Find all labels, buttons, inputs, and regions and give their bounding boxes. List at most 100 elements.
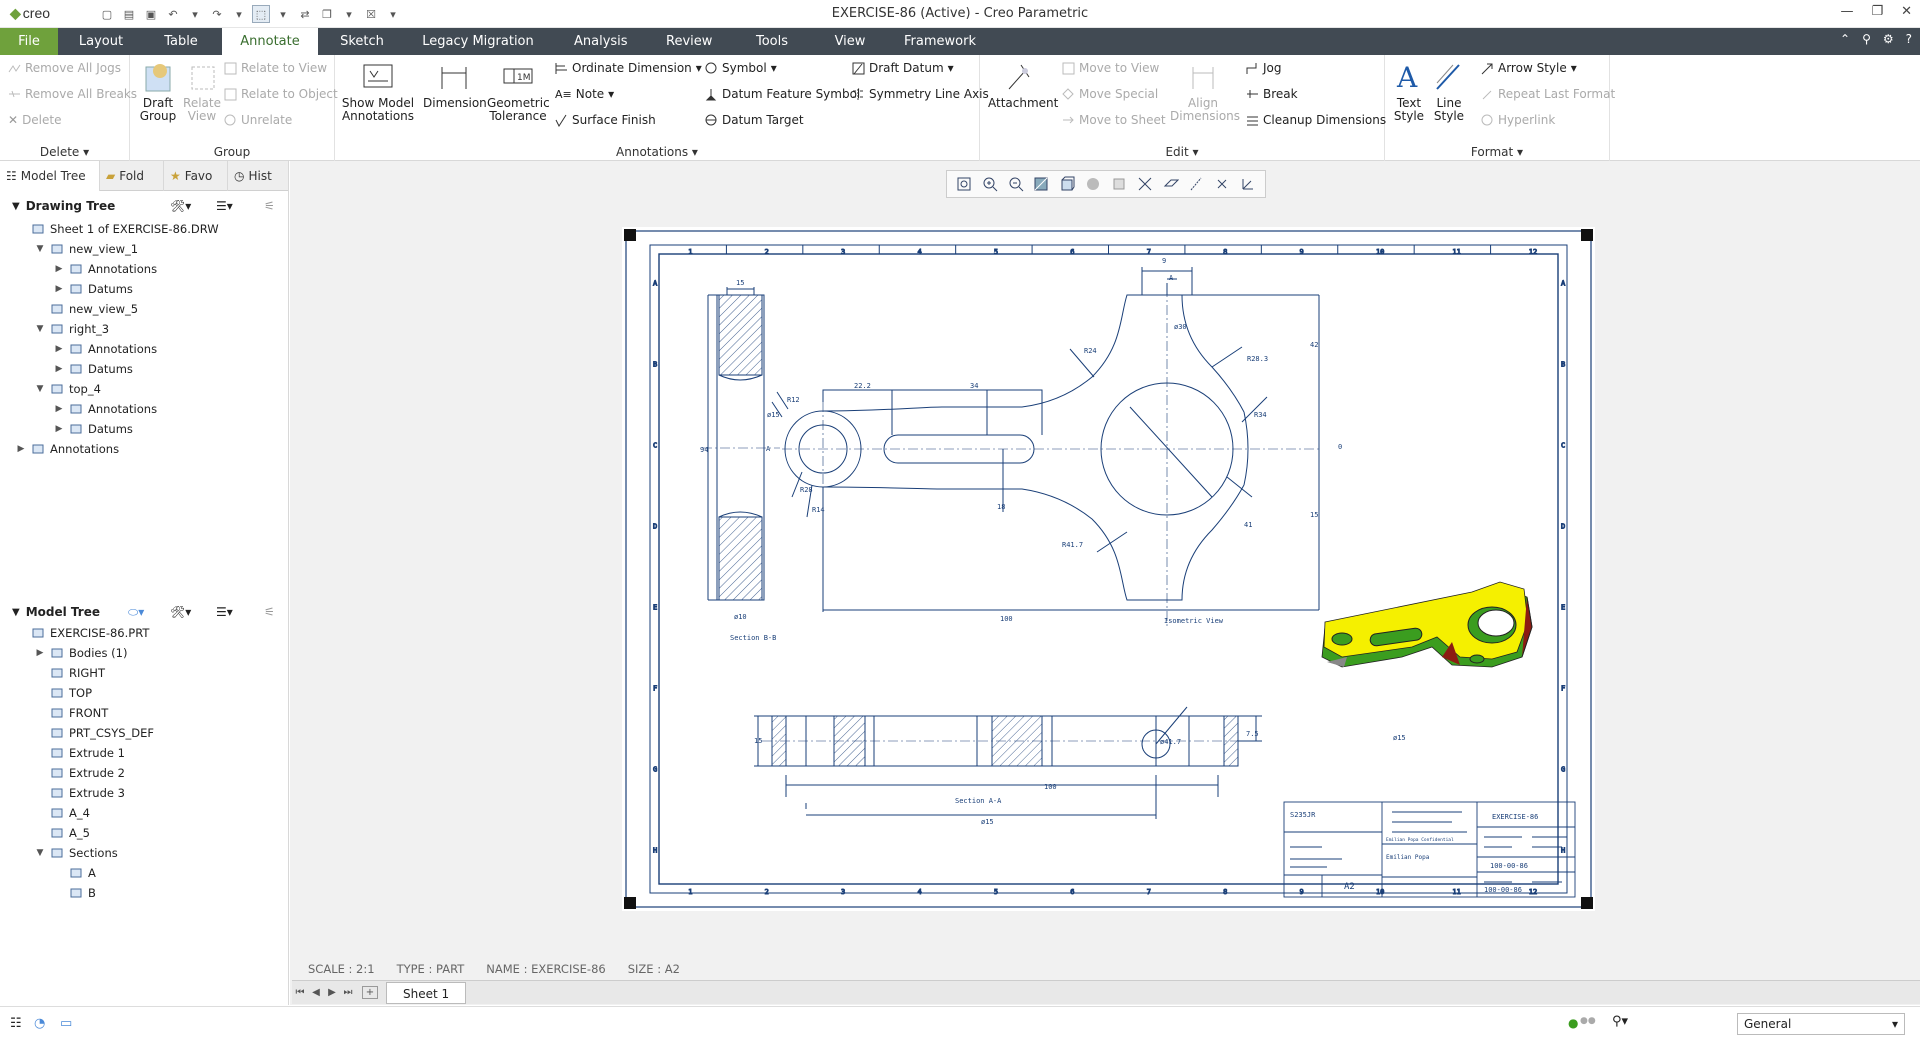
dimension-label[interactable]: 22.2 bbox=[854, 382, 871, 390]
tree-item[interactable]: ▼ top_4 bbox=[35, 379, 101, 399]
undo-icon[interactable]: ↶ bbox=[164, 5, 182, 23]
dimension-label[interactable]: R41.7 bbox=[1062, 541, 1083, 549]
dimension-label[interactable]: R12 bbox=[787, 396, 800, 404]
dimension-label[interactable]: R24 bbox=[1084, 347, 1097, 355]
help-icon[interactable]: ? bbox=[1906, 32, 1912, 46]
expand-toggle-icon[interactable]: ▶ bbox=[54, 404, 64, 414]
find-icon[interactable]: ⚲▾ bbox=[1612, 1014, 1628, 1029]
geometric-tolerance-button[interactable]: 1M Geometric Tolerance bbox=[487, 59, 550, 123]
first-sheet-icon[interactable]: ⏮ bbox=[292, 987, 308, 998]
tab-tools[interactable]: Tools bbox=[754, 28, 790, 55]
jog-button[interactable]: Jog bbox=[1246, 61, 1282, 75]
windows-dropdown-icon[interactable]: ▾ bbox=[340, 5, 358, 23]
drawing-sheet[interactable]: 1 1 2 2 3 3 4 4 5 5 6 6 7 7 8 8 9 9 10 10 11 11 12 12 A A B B C C D D E E… bbox=[622, 227, 1595, 911]
tree-item[interactable]: ▼ right_3 bbox=[35, 319, 110, 339]
datum-planes-icon[interactable] bbox=[1161, 174, 1181, 194]
tree-item[interactable]: PRT_CSYS_DEF bbox=[35, 723, 154, 743]
tab-review[interactable]: Review bbox=[666, 28, 712, 55]
repeat-last-format-button[interactable]: Repeat Last Format bbox=[1481, 87, 1615, 101]
dimension-label[interactable]: 9 bbox=[1162, 257, 1166, 265]
dimension-label[interactable]: A bbox=[766, 445, 771, 453]
tab-sketch[interactable]: Sketch bbox=[340, 28, 384, 55]
remove-all-breaks-button[interactable]: Remove All Breaks bbox=[8, 87, 137, 101]
relate-to-object-button[interactable]: Relate to Object bbox=[224, 87, 338, 101]
dimension-button[interactable]: Dimension bbox=[423, 59, 487, 110]
refit-icon[interactable] bbox=[954, 174, 974, 194]
expand-toggle-icon[interactable]: ▼ bbox=[35, 848, 45, 858]
quick-search-icon[interactable]: ⚲ bbox=[1862, 32, 1871, 46]
dimension-label[interactable]: 15 bbox=[736, 279, 744, 287]
text-style-button[interactable]: A Text Style bbox=[1389, 59, 1429, 123]
dimension-label[interactable]: ø10 bbox=[734, 613, 747, 621]
format-group-label[interactable]: Format ▾ bbox=[1385, 145, 1609, 159]
dimension-label[interactable]: 7.5 bbox=[1246, 730, 1259, 738]
tab-table[interactable]: Table bbox=[160, 28, 202, 55]
windows-icon[interactable]: ❐ bbox=[318, 5, 336, 23]
tree-item[interactable]: Extrude 2 bbox=[35, 763, 125, 783]
delete-button[interactable]: ✕ Delete bbox=[8, 113, 62, 127]
symmetry-line-axis-button[interactable]: Symmetry Line Axis bbox=[852, 87, 989, 101]
expand-toggle-icon[interactable]: ▼ bbox=[35, 324, 45, 334]
tab-folder-browser[interactable]: ▰ Fold bbox=[100, 161, 164, 191]
tree-item[interactable]: new_view_5 bbox=[35, 299, 138, 319]
symbol-button[interactable]: Symbol ▾ bbox=[705, 61, 777, 75]
cleanup-dimensions-button[interactable]: Cleanup Dimensions bbox=[1246, 113, 1386, 127]
dimension-label[interactable]: R28.3 bbox=[1247, 355, 1268, 363]
tree-item[interactable]: ▶ Datums bbox=[54, 279, 133, 299]
expand-toggle-icon[interactable]: ▶ bbox=[54, 284, 64, 294]
selection-filter-dropdown[interactable]: General ▾ bbox=[1737, 1013, 1905, 1035]
dimension-label[interactable]: 15 bbox=[754, 737, 762, 745]
draft-datum-button[interactable]: Draft Datum ▾ bbox=[852, 61, 954, 75]
dimension-label[interactable]: Isometric View bbox=[1164, 617, 1224, 625]
note-button[interactable]: A≡ Note ▾ bbox=[555, 87, 614, 101]
minimize-ribbon-icon[interactable]: ⌃ bbox=[1840, 32, 1850, 46]
tree-settings-icon[interactable]: 🛠▾ bbox=[170, 605, 191, 619]
tree-item[interactable]: Extrude 3 bbox=[35, 783, 125, 803]
tab-model-tree[interactable]: ☷ Model Tree bbox=[0, 161, 100, 191]
tab-history[interactable]: ◷ Hist bbox=[228, 161, 289, 191]
dimension-label[interactable]: R34 bbox=[1254, 411, 1267, 419]
select-box-icon[interactable]: ⬚ bbox=[252, 5, 270, 23]
dimension-label[interactable]: ø41.7 bbox=[1160, 738, 1181, 746]
redo-icon[interactable]: ↷ bbox=[208, 5, 226, 23]
dimension-label[interactable]: 18 bbox=[997, 503, 1005, 511]
dimension-label[interactable]: ø15 bbox=[981, 818, 994, 826]
expand-toggle-icon[interactable]: ▶ bbox=[35, 648, 45, 658]
datum-target-button[interactable]: Datum Target bbox=[705, 113, 804, 127]
tree-item[interactable]: Sheet 1 of EXERCISE-86.DRW bbox=[16, 219, 219, 239]
tree-item[interactable]: ▶ Annotations bbox=[54, 339, 158, 359]
tab-analysis[interactable]: Analysis bbox=[574, 28, 628, 55]
corner-handle[interactable] bbox=[1581, 897, 1593, 909]
drawing-tree-header[interactable]: ▼ Drawing Tree 🛠▾ ☰▾ ⚟ bbox=[0, 195, 289, 217]
tree-item[interactable]: TOP bbox=[35, 683, 92, 703]
annotations-group-label[interactable]: Annotations ▾ bbox=[335, 145, 979, 159]
tree-item[interactable]: ▶ Datums bbox=[54, 419, 133, 439]
dimension-label[interactable]: Section B-B bbox=[730, 634, 776, 642]
corner-handle[interactable] bbox=[624, 897, 636, 909]
tree-item[interactable]: B bbox=[54, 883, 96, 903]
tree-item[interactable]: A bbox=[54, 863, 96, 883]
align-dimensions-button[interactable]: Align Dimensions bbox=[1170, 59, 1240, 123]
tree-item[interactable]: ▶ Bodies (1) bbox=[35, 643, 128, 663]
dimension-label[interactable]: 100 bbox=[1044, 783, 1057, 791]
relate-to-view-button[interactable]: Relate to View bbox=[224, 61, 327, 75]
tree-item[interactable]: ▶ Annotations bbox=[54, 399, 158, 419]
dimension-label[interactable]: R14 bbox=[812, 506, 825, 514]
tree-columns-icon[interactable]: ☰▾ bbox=[216, 605, 233, 619]
tree-filter-icon[interactable]: ⚟ bbox=[264, 199, 275, 213]
collapse-icon[interactable]: ▼ bbox=[12, 201, 20, 212]
customize-dropdown-icon[interactable]: ▾ bbox=[384, 5, 402, 23]
add-sheet-icon[interactable]: + bbox=[362, 986, 378, 999]
zoom-in-icon[interactable] bbox=[980, 174, 1000, 194]
tree-item[interactable]: A_5 bbox=[35, 823, 90, 843]
expand-toggle-icon[interactable]: ▶ bbox=[54, 424, 64, 434]
dimension-label[interactable]: 15 bbox=[1310, 511, 1318, 519]
select-dropdown-icon[interactable]: ▾ bbox=[274, 5, 292, 23]
settings-icon[interactable]: ⚙ bbox=[1883, 32, 1894, 46]
edit-group-label[interactable]: Edit ▾ bbox=[980, 145, 1384, 159]
move-special-button[interactable]: Move Special bbox=[1062, 87, 1158, 101]
tree-item[interactable]: ▶ Datums bbox=[54, 359, 133, 379]
close-icon[interactable]: ✕ bbox=[1901, 4, 1912, 19]
dimension-label[interactable]: R28 bbox=[800, 486, 813, 494]
break-button[interactable]: Break bbox=[1246, 87, 1298, 101]
